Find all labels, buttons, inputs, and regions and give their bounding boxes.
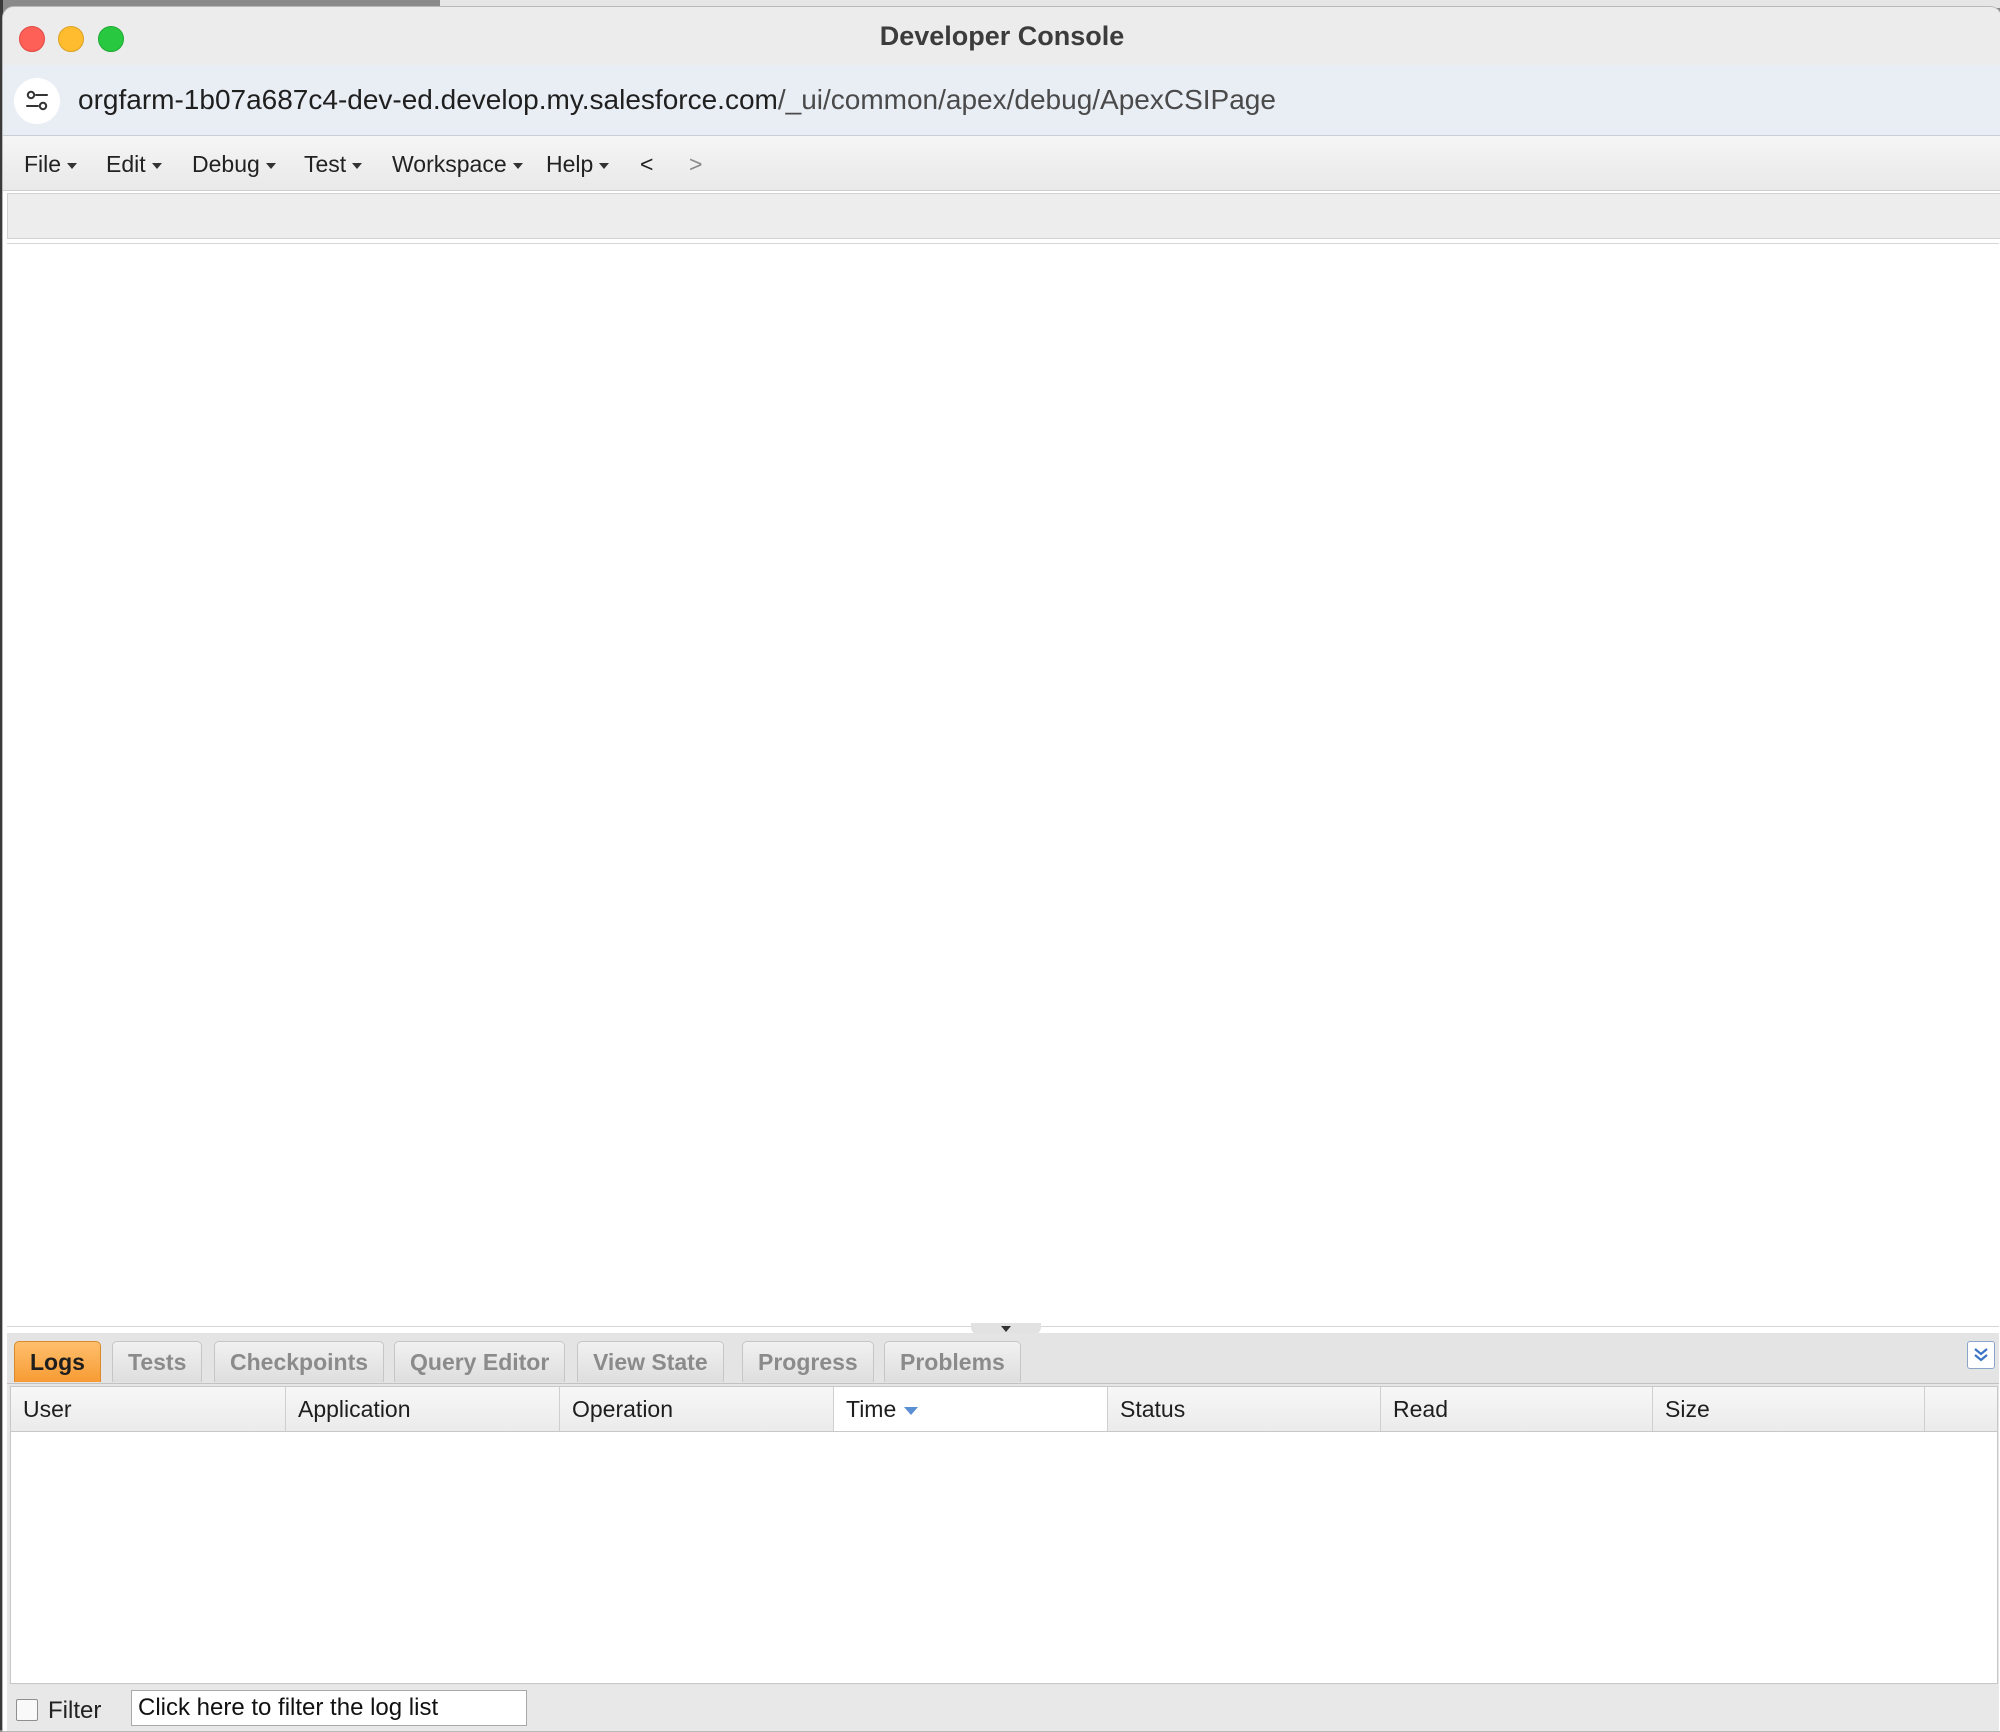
nav-back-button[interactable]: < [640, 151, 653, 178]
chevron-down-icon [151, 162, 162, 169]
chevron-down-icon [1001, 1326, 1011, 1332]
editor-area[interactable] [7, 243, 1999, 1327]
sort-descending-icon [904, 1406, 919, 1415]
chevron-down-icon [599, 162, 610, 169]
menu-edit-label: Edit [106, 151, 146, 177]
bottom-panel: Logs Tests Checkpoints Query Editor View… [7, 1333, 1999, 1731]
developer-console-window: Developer Console orgfarm-1b07a687c4-dev… [2, 6, 2000, 1732]
filter-label: Filter [48, 1697, 102, 1724]
column-application[interactable]: Application [286, 1387, 560, 1431]
filter-checkbox[interactable] [16, 1699, 38, 1721]
editor-tab-strip [7, 193, 2000, 239]
nav-forward-button[interactable]: > [689, 151, 702, 178]
tab-tests[interactable]: Tests [112, 1341, 203, 1382]
logs-table: User Application Operation Time Status R… [10, 1386, 1998, 1684]
tab-progress[interactable]: Progress [742, 1341, 874, 1382]
menu-debug[interactable]: Debug [192, 151, 276, 178]
tab-checkpoints[interactable]: Checkpoints [214, 1341, 385, 1382]
column-time[interactable]: Time [834, 1387, 1108, 1431]
url-text[interactable]: orgfarm-1b07a687c4-dev-ed.develop.my.sal… [78, 84, 1276, 116]
menu-test-label: Test [304, 151, 347, 177]
tab-view-state[interactable]: View State [577, 1341, 724, 1382]
menu-workspace[interactable]: Workspace [392, 151, 523, 178]
menu-edit[interactable]: Edit [106, 151, 162, 178]
column-user[interactable]: User [11, 1387, 286, 1431]
chevron-down-icon [352, 162, 363, 169]
filter-input[interactable] [131, 1690, 527, 1726]
menu-test[interactable]: Test [304, 151, 363, 178]
title-bar: Developer Console [3, 7, 2000, 66]
chevron-down-icon [67, 162, 78, 169]
column-spacer [1925, 1387, 1997, 1431]
url-path: /_ui/common/apex/debug/ApexCSIPage [777, 84, 1276, 115]
url-bar: orgfarm-1b07a687c4-dev-ed.develop.my.sal… [3, 65, 2000, 136]
window-title: Developer Console [879, 21, 1125, 51]
menu-workspace-label: Workspace [392, 151, 507, 177]
column-time-label: Time [846, 1396, 897, 1422]
url-host: orgfarm-1b07a687c4-dev-ed.develop.my.sal… [78, 84, 778, 115]
column-status[interactable]: Status [1108, 1387, 1381, 1431]
chevron-down-icon [512, 162, 523, 169]
chevron-down-icon [265, 162, 276, 169]
column-read[interactable]: Read [1381, 1387, 1653, 1431]
tab-query-editor[interactable]: Query Editor [394, 1341, 566, 1382]
tab-problems[interactable]: Problems [884, 1341, 1021, 1382]
logs-table-header: User Application Operation Time Status R… [11, 1387, 1997, 1432]
column-size[interactable]: Size [1653, 1387, 1925, 1431]
bottom-tab-bar: Logs Tests Checkpoints Query Editor View… [7, 1333, 1999, 1384]
menu-debug-label: Debug [192, 151, 260, 177]
site-settings-icon[interactable] [14, 78, 60, 124]
tab-logs[interactable]: Logs [14, 1341, 101, 1382]
double-chevron-down-icon [1974, 1348, 1988, 1362]
collapse-panel-button[interactable] [1967, 1341, 1995, 1369]
column-operation[interactable]: Operation [560, 1387, 834, 1431]
menu-file-label: File [24, 151, 62, 177]
menu-help[interactable]: Help [546, 151, 610, 178]
menu-file[interactable]: File [24, 151, 78, 178]
filter-bar: Filter [7, 1685, 1999, 1731]
menu-bar: File Edit Debug Test Workspace Help < > [3, 136, 2000, 191]
menu-help-label: Help [546, 151, 594, 177]
